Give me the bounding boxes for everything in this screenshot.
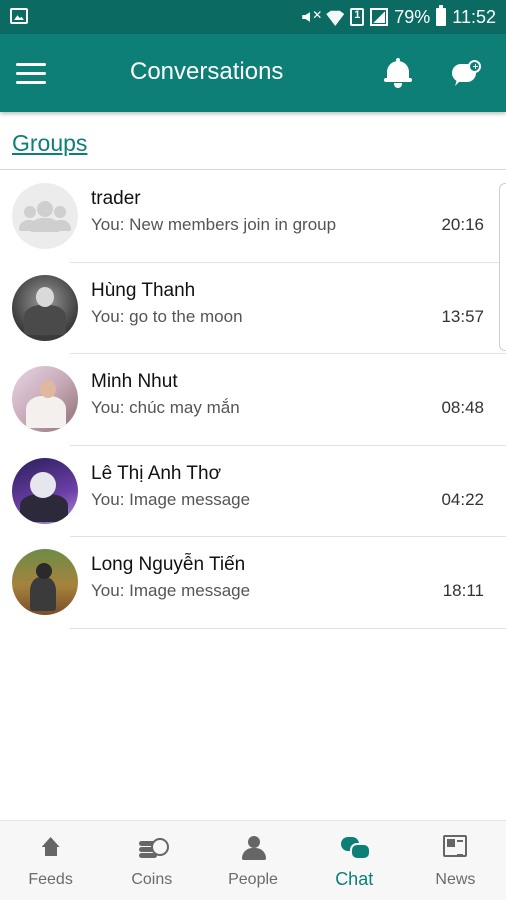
conversation-item[interactable]: trader You: New members join in group 20… — [0, 171, 506, 263]
avatar — [12, 274, 78, 341]
conversation-name: trader — [91, 188, 141, 209]
home-icon — [38, 835, 64, 861]
conversation-time: 18:11 — [442, 581, 484, 600]
conversation-name: Minh Nhut — [91, 371, 178, 392]
conversation-last-message: You: Image message — [91, 581, 251, 600]
conversation-time: 08:48 — [441, 398, 484, 417]
nav-label: Coins — [131, 871, 173, 888]
new-chat-icon[interactable] — [452, 60, 482, 88]
avatar — [12, 549, 78, 615]
gallery-notification-icon — [10, 8, 28, 24]
conversation-last-message: You: New members join in group — [91, 215, 337, 234]
notification-bell-icon[interactable] — [384, 58, 412, 88]
conversation-time: 13:57 — [441, 306, 484, 326]
group-avatar-icon — [12, 183, 78, 249]
groups-link[interactable]: Groups — [12, 130, 87, 157]
conversation-list: trader You: New members join in group 20… — [0, 171, 506, 629]
wifi-icon — [326, 8, 344, 26]
nav-label: Chat — [335, 869, 374, 889]
coins-icon — [138, 835, 169, 861]
conversation-item[interactable]: Hùng Thanh You: go to the moon 13:57 — [0, 263, 506, 354]
sim-icon — [350, 8, 365, 26]
news-icon — [443, 835, 468, 857]
nav-label: People — [228, 871, 278, 888]
conversation-last-message: You: Image message — [91, 489, 251, 509]
avatar — [12, 366, 78, 432]
conversation-item[interactable]: Lê Thị Anh Thơ You: Image message 04:22 — [0, 446, 506, 537]
chat-icon — [341, 835, 372, 861]
nav-item-feeds[interactable]: Feeds — [0, 821, 101, 900]
divider — [70, 627, 506, 629]
bottom-navigation: Feeds Coins People Chat News — [0, 820, 506, 900]
status-icons: 79% 11:52 — [302, 5, 496, 28]
clock: 11:52 — [452, 6, 496, 27]
people-icon — [240, 835, 266, 861]
nav-item-people[interactable]: People — [202, 821, 303, 900]
conversation-time: 04:22 — [441, 489, 484, 509]
conversation-last-message: You: go to the moon — [91, 306, 243, 326]
battery-icon — [436, 5, 447, 26]
conversation-name: Lê Thị Anh Thơ — [91, 462, 222, 484]
groups-row: Groups — [0, 112, 506, 170]
nav-label: News — [435, 871, 476, 888]
conversation-time: 20:16 — [441, 215, 484, 234]
app-bar: Conversations — [0, 34, 506, 112]
conversation-name: Long Nguyễn Tiến — [91, 554, 246, 575]
mute-icon — [302, 8, 322, 26]
signal-icon — [370, 8, 389, 26]
avatar — [12, 457, 78, 524]
conversation-item[interactable]: Long Nguyễn Tiến You: Image message 18:1… — [0, 537, 506, 629]
scroll-indicator[interactable] — [499, 183, 506, 351]
conversation-item[interactable]: Minh Nhut You: chúc may mắn 08:48 — [0, 354, 506, 446]
page-title: Conversations — [130, 58, 284, 85]
nav-item-news[interactable]: News — [405, 821, 506, 900]
battery-percent: 79% — [394, 6, 431, 27]
nav-label: Feeds — [28, 871, 73, 888]
menu-icon[interactable] — [16, 61, 46, 85]
status-bar: 79% 11:52 — [0, 0, 506, 34]
nav-item-coins[interactable]: Coins — [101, 821, 202, 900]
conversation-last-message: You: chúc may mắn — [91, 398, 240, 417]
conversation-name: Hùng Thanh — [91, 279, 196, 301]
nav-item-chat[interactable]: Chat — [304, 821, 405, 900]
